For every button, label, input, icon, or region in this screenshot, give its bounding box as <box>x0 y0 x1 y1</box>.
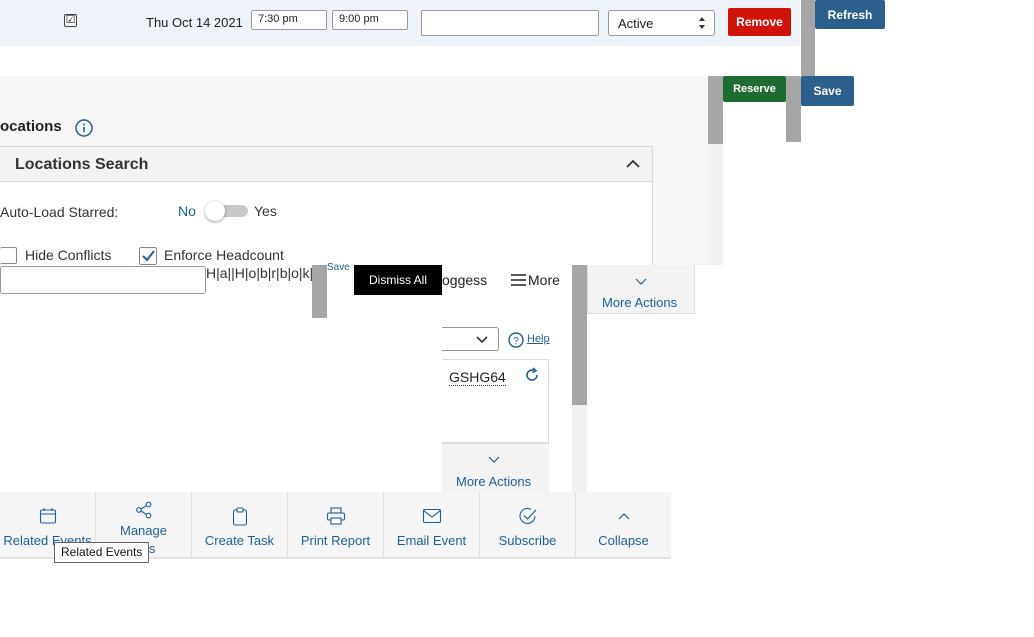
dismiss-all-button[interactable]: Dismiss All <box>354 265 442 295</box>
print-report-button[interactable]: Print Report <box>288 492 384 559</box>
refresh-button[interactable]: Refresh <box>815 0 885 29</box>
create-task-label: Create Task <box>204 533 275 548</box>
envelope-icon <box>422 506 442 526</box>
scrollbar-thumb[interactable] <box>801 0 815 76</box>
tooltip: Related Events <box>54 542 150 563</box>
locations-search-header[interactable]: Locations Search <box>0 146 653 182</box>
overlay-blank-area <box>0 265 442 492</box>
event-date: Thu Oct 14 2021 <box>146 15 243 30</box>
printer-icon <box>326 506 346 526</box>
chevron-down-icon <box>488 456 500 463</box>
more-menu[interactable]: More <box>528 272 560 288</box>
more-actions-tile[interactable]: More Actions <box>442 443 549 492</box>
check-icon <box>142 250 155 262</box>
save-link[interactable]: Save <box>327 262 350 273</box>
hide-conflicts-checkbox[interactable] <box>0 247 17 264</box>
subscribe-button[interactable]: Subscribe <box>480 492 576 559</box>
user-name: oggess <box>442 272 488 288</box>
status-select[interactable]: Active <box>608 10 715 36</box>
share-icon <box>135 500 153 520</box>
filter-select[interactable] <box>442 327 499 351</box>
locations-search-title: Locations Search <box>15 156 149 173</box>
check-circle-icon <box>518 506 538 526</box>
collapse-label: Collapse <box>598 533 649 548</box>
remove-button[interactable]: Remove <box>728 8 791 36</box>
chevron-up-icon[interactable] <box>625 158 641 170</box>
print-report-label: Print Report <box>300 533 371 548</box>
create-task-button[interactable]: Create Task <box>192 492 288 559</box>
toggle-knob[interactable] <box>205 201 225 221</box>
scrollbar-thumb[interactable] <box>786 76 801 142</box>
clipboard-icon <box>232 506 248 526</box>
calendar-icon <box>39 506 57 526</box>
more-actions-label: More Actions <box>602 295 678 310</box>
auto-load-label: Auto-Load Starred: <box>0 204 119 220</box>
updown-icon <box>699 17 705 29</box>
info-icon[interactable] <box>75 119 93 137</box>
email-event-button[interactable]: Email Event <box>384 492 480 559</box>
garbled-text: H|a||H|o|b|r|b|o|k||J|r| <box>206 265 312 281</box>
reserve-button[interactable]: Reserve <box>723 76 786 102</box>
hide-conflicts-label: Hide Conflicts <box>25 247 112 263</box>
help-link[interactable]: Help <box>527 333 550 345</box>
notes-input[interactable] <box>421 10 599 36</box>
chevron-down-icon <box>476 336 488 344</box>
locations-heading: ocations <box>0 118 62 135</box>
enforce-headcount-label: Enforce Headcount <box>164 247 284 263</box>
manage-bindings-label-line1: Manage <box>120 523 167 538</box>
toggle-yes-label: Yes <box>254 203 277 219</box>
refresh-icon[interactable] <box>524 367 540 383</box>
save-button[interactable]: Save <box>801 76 854 106</box>
reservation-code[interactable]: GSHG64 <box>449 369 506 386</box>
location-search-input[interactable] <box>0 266 206 294</box>
scrollbar-thumb[interactable] <box>708 76 723 144</box>
start-time-input[interactable]: 7:30 pm <box>251 10 327 30</box>
more-actions-tile[interactable]: More Actions <box>587 265 695 314</box>
subscribe-label: Subscribe <box>498 533 557 548</box>
enforce-headcount-checkbox[interactable] <box>139 247 157 265</box>
scrollbar-thumb[interactable] <box>572 265 587 405</box>
menu-icon[interactable] <box>511 274 526 286</box>
toggle-no-label: No <box>178 203 196 219</box>
collapse-button[interactable]: Collapse <box>576 492 671 559</box>
svg-text:?: ? <box>513 336 519 347</box>
scrollbar-track[interactable] <box>708 144 723 265</box>
more-actions-label: More Actions <box>456 474 532 489</box>
end-time-input[interactable]: 9:00 pm <box>332 10 408 30</box>
status-select-value: Active <box>618 16 654 31</box>
row-checkbox[interactable]: ☑ <box>64 14 77 27</box>
chevron-up-icon <box>618 506 630 526</box>
email-event-label: Email Event <box>396 533 467 548</box>
chevron-down-icon <box>635 278 647 285</box>
scrollbar-thumb[interactable] <box>312 265 327 318</box>
help-icon[interactable]: ? <box>508 332 524 348</box>
